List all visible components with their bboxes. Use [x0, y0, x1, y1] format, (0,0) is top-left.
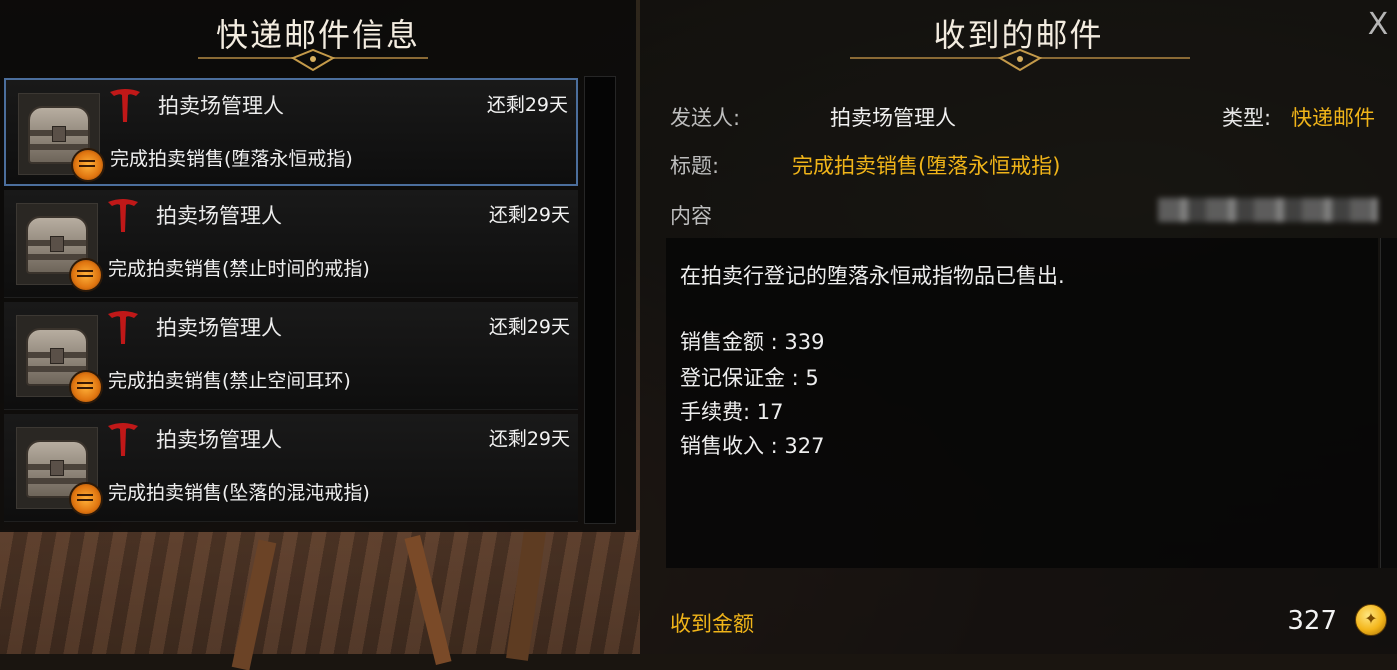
mail-content-body: 在拍卖行登记的堕落永恒戒指物品已售出. 销售金额 : 339 登记保证金 : 5…	[666, 238, 1378, 568]
content-line: 销售金额 : 339	[680, 330, 825, 354]
treasure-chest-icon	[16, 203, 103, 292]
content-line: 在拍卖行登记的堕落永恒戒指物品已售出.	[680, 264, 1065, 288]
auction-house-logo-icon	[108, 423, 138, 456]
content-label: 内容	[670, 204, 712, 228]
mail-list-item[interactable]: 拍卖场管理人 还剩29天 完成拍卖销售(禁止空间耳环)	[4, 302, 578, 410]
mail-list-item[interactable]: 拍卖场管理人 还剩29天 完成拍卖销售(坠落的混沌戒指)	[4, 414, 578, 522]
received-amount-label: 收到金额	[670, 612, 754, 636]
close-icon[interactable]: X	[1363, 8, 1393, 42]
mail-days-left: 还剩29天	[488, 204, 570, 226]
background-roof	[0, 530, 640, 654]
mail-subject: 完成拍卖销售(坠落的混沌戒指)	[108, 482, 370, 504]
subject-value: 完成拍卖销售(堕落永恒戒指)	[792, 154, 1061, 178]
mail-sender: 拍卖场管理人	[156, 428, 282, 452]
sender-value: 拍卖场管理人	[830, 106, 956, 130]
auction-house-logo-icon	[108, 311, 138, 344]
subject-label: 标题:	[670, 154, 720, 178]
mail-sender: 拍卖场管理人	[156, 316, 282, 340]
mail-list-item[interactable]: 拍卖场管理人 还剩29天 完成拍卖销售(堕落永恒戒指)	[4, 78, 578, 186]
received-amount-value: 327	[1287, 606, 1337, 636]
sender-label: 发送人:	[670, 106, 741, 130]
mail-days-left: 还剩29天	[488, 316, 570, 338]
title-ornament-icon	[198, 48, 428, 72]
mail-subject: 完成拍卖销售(禁止时间的戒指)	[108, 258, 370, 280]
coin-badge-icon	[69, 370, 103, 404]
coin-badge-icon	[69, 258, 103, 292]
type-label: 类型:	[1222, 106, 1272, 130]
blurred-region	[1158, 198, 1378, 222]
mail-days-left: 还剩29天	[488, 428, 570, 450]
content-line: 销售收入 : 327	[680, 434, 825, 458]
received-amount-row: 收到金额 327	[640, 588, 1397, 654]
received-mail-panel: 收到的邮件 X 发送人: 拍卖场管理人 类型: 快递邮件 标题: 完成拍卖销售(…	[640, 0, 1397, 654]
content-line: 登记保证金 : 5	[680, 366, 819, 390]
treasure-chest-icon	[16, 427, 103, 516]
treasure-chest-icon	[18, 93, 105, 182]
mail-subject: 完成拍卖销售(禁止空间耳环)	[108, 370, 351, 392]
mail-list-scrollbar[interactable]	[584, 76, 616, 524]
treasure-chest-icon	[16, 315, 103, 404]
gold-coin-icon	[1355, 604, 1387, 636]
mail-list: 拍卖场管理人 还剩29天 完成拍卖销售(堕落永恒戒指) 拍卖场管理人 还剩29天…	[4, 78, 578, 524]
auction-house-logo-icon	[110, 89, 140, 122]
content-scrollbar[interactable]	[1380, 238, 1397, 568]
mail-sender: 拍卖场管理人	[156, 204, 282, 228]
auction-house-logo-icon	[108, 199, 138, 232]
type-value: 快递邮件	[1291, 106, 1375, 130]
coin-badge-icon	[71, 148, 105, 182]
content-line: 手续费: 17	[680, 400, 784, 424]
mail-list-item[interactable]: 拍卖场管理人 还剩29天 完成拍卖销售(禁止时间的戒指)	[4, 190, 578, 298]
mail-sender: 拍卖场管理人	[158, 94, 284, 118]
title-ornament-icon	[850, 48, 1190, 72]
mail-subject: 完成拍卖销售(堕落永恒戒指)	[110, 148, 353, 170]
mail-days-left: 还剩29天	[486, 94, 568, 116]
coin-badge-icon	[69, 482, 103, 516]
express-mail-list-panel: 快递邮件信息 拍卖场管理人 还剩29天 完成拍卖销售(堕落永恒戒指) 拍卖场管理…	[0, 0, 636, 532]
